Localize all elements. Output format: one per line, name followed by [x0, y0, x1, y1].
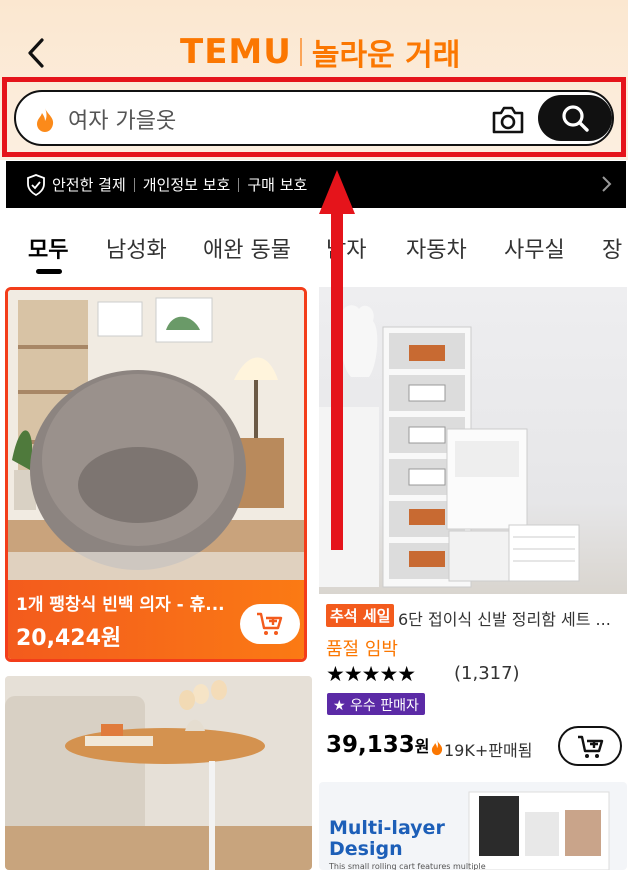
search-icon [562, 105, 589, 132]
shoe-organizer-photo [319, 305, 580, 588]
tab-all[interactable]: 모두 [28, 232, 68, 264]
stock-status: 품절 임박 [326, 639, 398, 660]
product-image[interactable]: Multi-layer Design This small rolling car… [319, 782, 627, 870]
active-tab-indicator [36, 269, 62, 274]
divider [238, 177, 240, 192]
tab-mens-shoes[interactable]: 남성화 [106, 232, 167, 264]
search-input[interactable] [68, 102, 468, 136]
image-caption: This small rolling cart features multipl… [329, 862, 486, 870]
sold-label: 19K+판매됨 [444, 741, 533, 760]
rating-count: (1,317) [454, 663, 520, 684]
product-price: 20,424원 [16, 626, 122, 651]
shield-check-icon [27, 173, 45, 196]
product-price: 39,133원 [326, 732, 430, 758]
trust-bar[interactable]: 안전한 결제 개인정보 보호 구매 보호 [6, 161, 626, 208]
temu-logo: TEMU [180, 32, 292, 72]
beanbag-photo [8, 290, 304, 580]
camera-icon[interactable] [490, 104, 526, 136]
product-image[interactable] [5, 676, 312, 870]
star-icon: ★ [333, 698, 346, 714]
cart-plus-icon [257, 612, 283, 635]
seller-label: 우수 판매자 [350, 698, 419, 714]
image-title: Multi-layer Design [329, 817, 445, 860]
product-image[interactable] [319, 287, 627, 594]
product-title[interactable]: 1개 팽창식 빈백 의자 - 휴... [16, 590, 276, 615]
product-info-bar: 1개 팽창식 빈백 의자 - 휴... 20,424원 [8, 580, 304, 659]
add-to-cart-button[interactable] [240, 604, 300, 644]
seller-badge: ★ 우수 판매자 [327, 693, 425, 715]
page-title: 놀라운 거래 [311, 38, 461, 73]
brand: TEMU 놀라운 거래 [180, 32, 461, 73]
tab-auto[interactable]: 자동차 [406, 232, 467, 264]
tab-pets[interactable]: 애완 동물 [203, 232, 291, 264]
chevron-right-icon [602, 176, 612, 192]
search-button[interactable] [538, 95, 612, 141]
sold-count: 19K+판매됨 [430, 737, 532, 761]
trust-item-purchase: 구매 보호 [247, 176, 308, 194]
price-unit: 원 [414, 737, 430, 756]
chevron-left-icon[interactable] [22, 36, 52, 70]
side-table-photo [5, 676, 312, 870]
tab-more[interactable]: 장 [602, 232, 622, 264]
search-bar[interactable] [14, 90, 614, 146]
price-value: 39,133 [326, 732, 415, 758]
rating-stars: ★★★★★ [326, 662, 416, 686]
red-arrow-annotation [319, 170, 355, 550]
add-to-cart-button[interactable] [558, 726, 622, 766]
cart-plus-icon [578, 735, 604, 758]
flame-icon [37, 108, 54, 132]
product-card[interactable]: 1개 팽창식 빈백 의자 - 휴... 20,424원 [5, 287, 307, 662]
trust-item-payment: 안전한 결제 [52, 176, 126, 194]
sale-badge: 추석 세일 [326, 604, 395, 627]
tab-office[interactable]: 사무실 [504, 232, 565, 264]
divider [299, 38, 302, 66]
product-image[interactable] [8, 290, 304, 580]
product-title[interactable]: 6단 접이식 신발 정리함 세트 ... [398, 606, 624, 630]
trust-item-privacy: 개인정보 보호 [142, 176, 231, 194]
divider [133, 177, 135, 192]
flame-icon [431, 739, 443, 756]
category-tabs: 모두 남성화 애완 동물 남자 자동차 사무실 장 [0, 226, 628, 274]
